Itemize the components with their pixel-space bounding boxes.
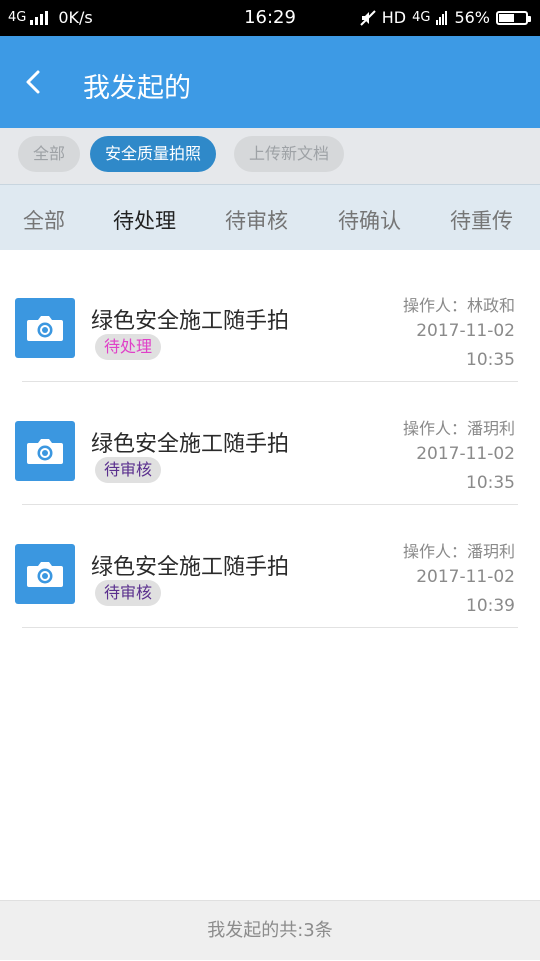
list-item[interactable]: 绿色安全施工随手拍 待处理 操作人：林政和 2017-11-02 10:35 [0, 259, 540, 382]
item-operator: 操作人：潘玥利 [402, 419, 515, 438]
item-time: 10:39 [466, 596, 515, 616]
list-item[interactable]: 绿色安全施工随手拍 待审核 操作人：潘玥利 2017-11-02 10:35 [0, 382, 540, 505]
status-badge: 待审核 [95, 457, 162, 483]
camera-icon [15, 421, 75, 481]
status-badge: 待审核 [95, 580, 162, 606]
item-operator: 操作人：林政和 [402, 296, 515, 315]
status-bar: 4G 0K/s 16:29 HD 4G 56% [0, 0, 540, 36]
item-date: 2017-11-02 [416, 321, 515, 341]
mute-icon [360, 9, 376, 26]
filter-chip-safety-photo[interactable]: 安全质量拍照 [90, 136, 217, 172]
battery-fill [499, 13, 514, 22]
tab-all[interactable]: 全部 [23, 205, 65, 235]
item-title: 绿色安全施工随手拍 [91, 432, 290, 457]
status-right: HD 4G 56% [360, 8, 531, 27]
status-tabs: 全部 待处理 待审核 待确认 待重传 [0, 184, 540, 250]
divider [22, 627, 518, 628]
list-item[interactable]: 绿色安全施工随手拍 待审核 操作人：潘玥利 2017-11-02 10:39 [0, 505, 540, 628]
item-operator: 操作人：潘玥利 [402, 542, 515, 561]
item-date: 2017-11-02 [416, 444, 515, 464]
chevron-left-icon[interactable] [18, 66, 50, 98]
tab-reviewing[interactable]: 待审核 [225, 205, 288, 235]
summary-footer: 我发起的共:3条 [0, 900, 540, 960]
item-title: 绿色安全施工随手拍 [91, 555, 290, 580]
item-time: 10:35 [466, 350, 515, 370]
item-time: 10:35 [466, 473, 515, 493]
tab-reupload[interactable]: 待重传 [450, 205, 513, 235]
camera-icon [15, 544, 75, 604]
filter-chip-all[interactable]: 全部 [18, 136, 81, 172]
status-badge: 待处理 [95, 334, 162, 360]
page-title: 我发起的 [83, 73, 191, 104]
camera-icon [15, 298, 75, 358]
tab-pending[interactable]: 待处理 [113, 205, 176, 235]
app-header: 我发起的 [0, 36, 540, 128]
network-type-2: 4G [412, 10, 431, 25]
battery-percent: 56% [454, 8, 490, 27]
filter-chip-upload-doc[interactable]: 上传新文档 [234, 136, 345, 172]
signal-2-icon [436, 10, 448, 25]
category-filter-bar: 全部 安全质量拍照 上传新文档 [0, 128, 540, 184]
tab-confirming[interactable]: 待确认 [338, 205, 401, 235]
item-title: 绿色安全施工随手拍 [91, 309, 290, 334]
battery-icon [496, 10, 531, 25]
item-date: 2017-11-02 [416, 567, 515, 587]
hd-label: HD [381, 8, 407, 27]
